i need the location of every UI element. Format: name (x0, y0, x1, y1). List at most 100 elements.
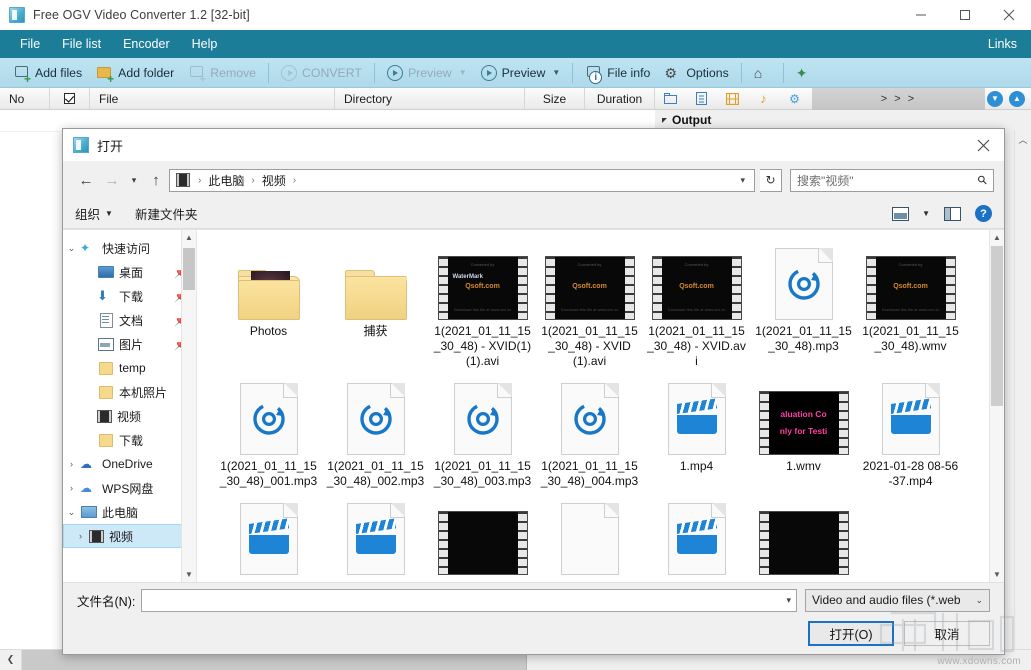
list-item[interactable] (643, 495, 750, 575)
sidebar-item-quick-access[interactable]: ⌄ ✦ 快速访问 (63, 236, 196, 260)
output-tab-document[interactable] (686, 88, 717, 110)
sidebar-item-desktop[interactable]: 桌面 📌 (63, 260, 196, 284)
list-item[interactable]: 2021-01-28 08-56-37.mp4 (857, 375, 964, 489)
output-collapse-down-button[interactable]: ▼ (987, 91, 1003, 107)
column-header-checkbox[interactable] (50, 88, 90, 109)
expander-icon[interactable]: › (72, 531, 89, 541)
list-item[interactable]: 1(2021_01_11_15_30_48)_004.mp3 (536, 375, 643, 489)
output-tab-music[interactable]: ♪ (748, 88, 779, 110)
convert-button[interactable]: CONVERT (274, 60, 369, 86)
sidebar-item-documents[interactable]: 文档 📌 (63, 308, 196, 332)
options-button[interactable]: ⚙ Options (657, 60, 735, 86)
filename-input[interactable]: ▾ (141, 589, 797, 612)
list-item[interactable]: luation Co y for Testi Photos (215, 240, 322, 369)
list-item[interactable] (750, 495, 857, 575)
sidebar-scrollbar[interactable]: ▲ ▼ (181, 230, 196, 582)
sidebar-item-videos-selected[interactable]: › 视频 (63, 524, 196, 548)
scroll-up-arrow-icon[interactable]: ︿ (1018, 130, 1027, 149)
new-folder-button[interactable]: 新建文件夹 (135, 204, 198, 223)
chevron-down-icon[interactable]: ▾ (786, 595, 791, 606)
maximize-button[interactable] (943, 0, 987, 30)
breadcrumb-dropdown-icon[interactable]: ▾ (735, 175, 750, 186)
select-all-checkbox[interactable] (64, 93, 75, 104)
list-item[interactable] (429, 495, 536, 575)
scroll-down-arrow-icon[interactable]: ▼ (990, 567, 1004, 582)
column-header-no[interactable]: No (0, 88, 50, 109)
list-item[interactable] (215, 495, 322, 575)
list-item[interactable]: 捕获 (322, 240, 429, 369)
column-header-duration[interactable]: Duration (585, 88, 655, 109)
preview-button-2[interactable]: Preview ▼ (474, 60, 568, 86)
sidebar-item-local-photos[interactable]: 本机照片 (63, 380, 196, 404)
up-button[interactable]: ↑ (143, 168, 169, 192)
close-button[interactable] (987, 0, 1031, 30)
minimize-button[interactable] (899, 0, 943, 30)
menu-help[interactable]: Help (181, 30, 229, 58)
file-info-button[interactable]: File info (578, 60, 657, 86)
output-tab-film[interactable] (717, 88, 748, 110)
list-item[interactable]: Converted by Qsoft.com Download this fil… (857, 240, 964, 369)
list-item[interactable]: 1(2021_01_11_15_30_48)_003.mp3 (429, 375, 536, 489)
scrollbar-thumb[interactable] (991, 246, 1003, 406)
remove-button[interactable]: Remove (181, 60, 263, 86)
sidebar-item-videos-quick[interactable]: 视频 (63, 404, 196, 428)
output-tab-folder[interactable] (655, 88, 686, 110)
status-scroll-left-button[interactable]: ❮ (0, 650, 22, 670)
organize-button[interactable]: 组织 ▼ (75, 204, 113, 223)
search-input[interactable]: 搜索"视频" ⚲ (790, 169, 994, 192)
breadcrumb-item-this-pc[interactable]: 此电脑 (205, 172, 247, 189)
file-grid-scrollbar[interactable]: ▲ ▼ (989, 230, 1004, 582)
list-item[interactable] (322, 495, 429, 575)
file-grid-pane[interactable]: luation Co y for Testi Photos (197, 230, 1004, 582)
list-item[interactable]: aluation Co nly for Testi 1.wmv (750, 375, 857, 489)
home-button[interactable]: ⌂ (747, 60, 778, 86)
open-button[interactable]: 打开(O) (808, 621, 894, 646)
forward-button[interactable]: → (99, 168, 125, 192)
breadcrumb[interactable]: › 此电脑 › 视频 › ▾ (169, 169, 755, 192)
add-folder-button[interactable]: Add folder (89, 60, 181, 86)
preview-button-1[interactable]: Preview ▼ (380, 60, 474, 86)
sidebar-item-temp[interactable]: temp (63, 356, 196, 380)
chevron-down-icon[interactable]: ▼ (459, 68, 467, 77)
refresh-button[interactable]: ↻ (760, 169, 782, 192)
pin-button[interactable]: ✦ (789, 60, 820, 86)
scroll-up-arrow-icon[interactable]: ▲ (990, 230, 1004, 245)
list-item[interactable]: 1.mp4 (643, 375, 750, 489)
expander-icon[interactable]: ⌄ (63, 507, 80, 518)
output-collapse-up-button[interactable]: ▲ (1009, 91, 1025, 107)
file-type-filter-select[interactable]: Video and audio files (*.web ⌄ (805, 589, 990, 612)
chevron-down-icon-2[interactable]: ▼ (552, 68, 560, 77)
sidebar-item-onedrive[interactable]: › ☁ OneDrive (63, 452, 196, 476)
menu-links[interactable]: Links (977, 30, 1031, 58)
sidebar-item-downloads[interactable]: ⬇ 下载 📌 (63, 284, 196, 308)
menu-file-list[interactable]: File list (51, 30, 112, 58)
add-files-button[interactable]: Add files (6, 60, 89, 86)
menu-encoder[interactable]: Encoder (112, 30, 181, 58)
column-header-directory[interactable]: Directory (335, 88, 525, 109)
output-tab-settings[interactable]: ⚙ (779, 88, 810, 110)
list-item[interactable]: 1(2021_01_11_15_30_48)_002.mp3 (322, 375, 429, 489)
view-mode-button[interactable]: ▼ (892, 207, 930, 221)
scrollbar-thumb[interactable] (183, 248, 195, 290)
sidebar-item-downloads-2[interactable]: 下载 (63, 428, 196, 452)
column-header-file[interactable]: File (90, 88, 335, 109)
scroll-up-arrow-icon[interactable]: ▲ (182, 230, 196, 245)
list-item[interactable]: Converted by Qsoft.com Download this fil… (536, 240, 643, 369)
back-button[interactable]: ← (73, 168, 99, 192)
view-chevron-down-icon[interactable]: ▼ (922, 209, 930, 218)
column-header-size[interactable]: Size (525, 88, 585, 109)
sidebar-item-pictures[interactable]: 图片 📌 (63, 332, 196, 356)
list-item[interactable]: 1(2021_01_11_15_30_48).mp3 (750, 240, 857, 369)
list-item[interactable]: Converted by WaterMark Qsoft.com Downloa… (429, 240, 536, 369)
expander-icon[interactable]: ⌄ (63, 243, 80, 254)
output-more-button[interactable]: > > > (812, 88, 985, 110)
expander-icon[interactable]: › (63, 483, 80, 493)
sidebar-item-wps-cloud[interactable]: › ☁ WPS网盘 (63, 476, 196, 500)
dialog-close-button[interactable] (962, 129, 1004, 161)
output-scrollbar[interactable]: ︿ ﹀ (1014, 130, 1031, 669)
scroll-down-arrow-icon[interactable]: ▼ (182, 567, 196, 582)
sidebar-item-this-pc[interactable]: ⌄ 此电脑 (63, 500, 196, 524)
expander-icon[interactable]: › (63, 459, 80, 469)
preview-pane-icon[interactable] (944, 207, 961, 221)
list-item[interactable] (536, 495, 643, 575)
